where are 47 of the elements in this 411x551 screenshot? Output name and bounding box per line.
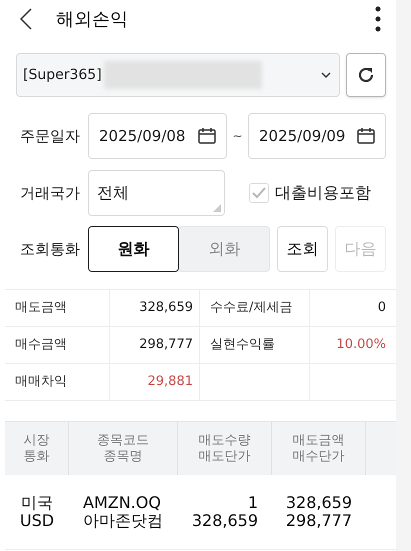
- column-header: 종목코드: [97, 432, 149, 448]
- summary-value: 0: [378, 299, 386, 318]
- table-cell: 아마존닷컴: [83, 512, 163, 530]
- resize-grip-icon: [213, 204, 221, 212]
- table-cell: 미국: [21, 494, 53, 512]
- summary-label: 수수료/제세금: [210, 299, 292, 318]
- table-cell: 328,659: [192, 512, 258, 530]
- summary-value: 10.00%: [336, 336, 386, 354]
- summary-value: 29,881: [148, 373, 193, 392]
- date-field[interactable]: 2025/09/09: [248, 113, 386, 159]
- summary-label: 매도금액: [15, 299, 67, 318]
- tilde-separator: ~: [231, 128, 244, 145]
- refresh-icon: [357, 66, 375, 84]
- summary-label: 실현수익률: [210, 336, 275, 354]
- calendar-icon: [198, 128, 216, 144]
- summary-value: 328,659: [139, 299, 193, 318]
- account-dropdown[interactable]: [Super365]: [16, 53, 340, 97]
- column-header: 매수단가: [292, 448, 344, 464]
- table-cell: 1: [248, 494, 258, 512]
- field-label: 주문일자: [20, 127, 80, 145]
- checkbox-label: 대출비용포함: [275, 182, 371, 204]
- field-label: 거래국가: [20, 184, 80, 202]
- field-label: 조회통화: [20, 240, 80, 258]
- refresh-button[interactable]: [346, 53, 386, 97]
- table-cell: 298,777: [286, 512, 352, 530]
- table-cell: USD: [20, 512, 54, 530]
- column-header: 시장: [24, 432, 50, 448]
- currency-tab[interactable]: 원화: [88, 226, 179, 272]
- summary-label: 매수금액: [15, 336, 67, 354]
- page-title: 해외손익: [56, 8, 128, 32]
- check-icon: [252, 187, 266, 199]
- calendar-icon: [357, 128, 375, 144]
- chevron-down-icon: [321, 72, 331, 78]
- column-header: 종목명: [104, 448, 142, 464]
- table-cell: 328,659: [286, 494, 352, 512]
- summary-label: 매매차익: [15, 373, 67, 392]
- country-field[interactable]: 전체: [88, 170, 225, 216]
- column-header: 매도금액: [292, 432, 344, 448]
- action-button[interactable]: 조회: [277, 226, 328, 272]
- date-field[interactable]: 2025/09/08: [88, 113, 227, 159]
- column-header: 매도수량: [198, 432, 250, 448]
- summary-value: 298,777: [139, 336, 193, 354]
- more-menu-icon[interactable]: [374, 6, 382, 32]
- column-header: 매도단가: [198, 448, 250, 464]
- back-button[interactable]: [20, 7, 34, 31]
- table-cell: AMZN.OQ: [83, 494, 161, 512]
- column-header: 통화: [24, 448, 50, 464]
